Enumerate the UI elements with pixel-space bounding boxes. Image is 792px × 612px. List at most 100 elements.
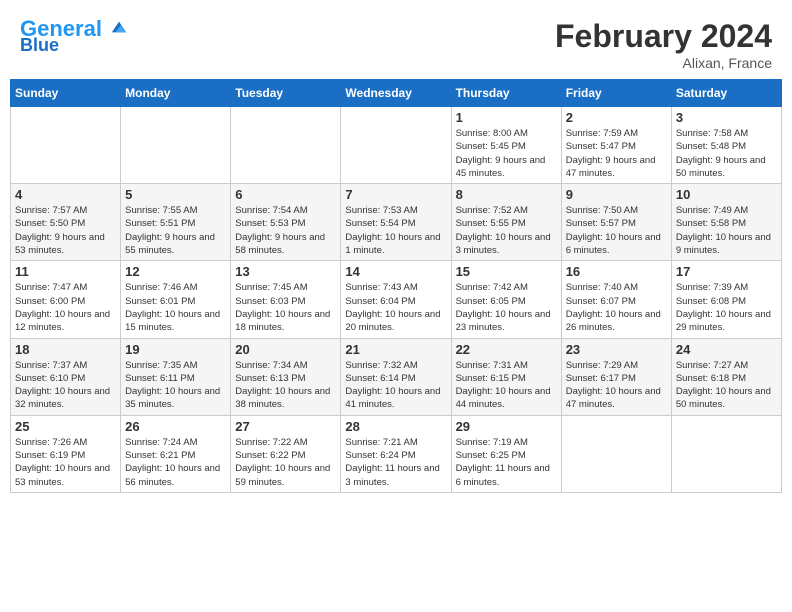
day-info: Sunrise: 7:31 AMSunset: 6:15 PMDaylight:… [456, 359, 557, 412]
day-number: 11 [15, 264, 116, 279]
day-number: 18 [15, 342, 116, 357]
calendar-cell: 1 Sunrise: 8:00 AMSunset: 5:45 PMDaylight… [451, 107, 561, 184]
day-info: Sunrise: 7:37 AMSunset: 6:10 PMDaylight:… [15, 359, 116, 412]
calendar-cell: 2Sunrise: 7:59 AMSunset: 5:47 PMDaylight… [561, 107, 671, 184]
weekday-header-tuesday: Tuesday [231, 80, 341, 107]
day-number: 27 [235, 419, 336, 434]
calendar-cell: 3 Sunrise: 7:58 AMSunset: 5:48 PMDaylight… [671, 107, 781, 184]
day-number: 1 [456, 110, 557, 125]
day-number: 15 [456, 264, 557, 279]
calendar-week-1: 1 Sunrise: 8:00 AMSunset: 5:45 PMDaylight… [11, 107, 782, 184]
weekday-header-row: SundayMondayTuesdayWednesdayThursdayFrid… [11, 80, 782, 107]
calendar-cell: 24 Sunrise: 7:27 AMSunset: 6:18 PMDayligh… [671, 338, 781, 415]
calendar-cell: 8 Sunrise: 7:52 AMSunset: 5:55 PMDaylight… [451, 184, 561, 261]
day-info: Sunrise: 7:45 AMSunset: 6:03 PMDaylight:… [235, 281, 336, 334]
calendar-cell: 11 Sunrise: 7:47 AMSunset: 6:00 PMDayligh… [11, 261, 121, 338]
day-info: Sunrise: 7:53 AMSunset: 5:54 PMDaylight:… [345, 204, 446, 257]
weekday-header-wednesday: Wednesday [341, 80, 451, 107]
calendar-cell [341, 107, 451, 184]
calendar-cell: 12 Sunrise: 7:46 AMSunset: 6:01 PMDayligh… [121, 261, 231, 338]
calendar-cell: 16 Sunrise: 7:40 AMSunset: 6:07 PMDayligh… [561, 261, 671, 338]
calendar-cell: 6 Sunrise: 7:54 AMSunset: 5:53 PMDaylight… [231, 184, 341, 261]
day-info: Sunrise: 8:00 AMSunset: 5:45 PMDaylight:… [456, 127, 557, 180]
calendar-cell [561, 415, 671, 492]
day-number: 29 [456, 419, 557, 434]
calendar-cell: 25 Sunrise: 7:26 AMSunset: 6:19 PMDayligh… [11, 415, 121, 492]
day-number: 25 [15, 419, 116, 434]
day-info: Sunrise: 7:34 AMSunset: 6:13 PMDaylight:… [235, 359, 336, 412]
day-info: Sunrise: 7:43 AMSunset: 6:04 PMDaylight:… [345, 281, 446, 334]
calendar-cell: 7 Sunrise: 7:53 AMSunset: 5:54 PMDaylight… [341, 184, 451, 261]
day-number: 4 [15, 187, 116, 202]
day-info: Sunrise: 7:39 AMSunset: 6:08 PMDaylight:… [676, 281, 777, 334]
day-info: Sunrise: 7:42 AMSunset: 6:05 PMDaylight:… [456, 281, 557, 334]
weekday-header-sunday: Sunday [11, 80, 121, 107]
calendar-week-5: 25 Sunrise: 7:26 AMSunset: 6:19 PMDayligh… [11, 415, 782, 492]
calendar-cell [231, 107, 341, 184]
calendar-cell: 20Sunrise: 7:34 AMSunset: 6:13 PMDayligh… [231, 338, 341, 415]
day-info: Sunrise: 7:35 AMSunset: 6:11 PMDaylight:… [125, 359, 226, 412]
day-number: 10 [676, 187, 777, 202]
day-info: Sunrise: 7:50 AMSunset: 5:57 PMDaylight:… [566, 204, 667, 257]
calendar-cell: 14Sunrise: 7:43 AMSunset: 6:04 PMDayligh… [341, 261, 451, 338]
day-number: 24 [676, 342, 777, 357]
day-number: 2 [566, 110, 667, 125]
day-number: 12 [125, 264, 226, 279]
day-info: Sunrise: 7:19 AMSunset: 6:25 PMDaylight:… [456, 436, 557, 489]
weekday-header-monday: Monday [121, 80, 231, 107]
day-info: Sunrise: 7:46 AMSunset: 6:01 PMDaylight:… [125, 281, 226, 334]
day-number: 28 [345, 419, 446, 434]
calendar-week-2: 4Sunrise: 7:57 AMSunset: 5:50 PMDaylight… [11, 184, 782, 261]
day-info: Sunrise: 7:22 AMSunset: 6:22 PMDaylight:… [235, 436, 336, 489]
calendar-cell [121, 107, 231, 184]
logo: General Blue [20, 18, 128, 54]
title-block: February 2024 Alixan, France [555, 18, 772, 71]
calendar-week-3: 11 Sunrise: 7:47 AMSunset: 6:00 PMDayligh… [11, 261, 782, 338]
day-info: Sunrise: 7:32 AMSunset: 6:14 PMDaylight:… [345, 359, 446, 412]
calendar: SundayMondayTuesdayWednesdayThursdayFrid… [10, 79, 782, 493]
day-number: 7 [345, 187, 446, 202]
calendar-cell: 23Sunrise: 7:29 AMSunset: 6:17 PMDayligh… [561, 338, 671, 415]
calendar-cell [671, 415, 781, 492]
day-info: Sunrise: 7:21 AMSunset: 6:24 PMDaylight:… [345, 436, 446, 489]
day-info: Sunrise: 7:29 AMSunset: 6:17 PMDaylight:… [566, 359, 667, 412]
day-number: 8 [456, 187, 557, 202]
calendar-cell: 4Sunrise: 7:57 AMSunset: 5:50 PMDaylight… [11, 184, 121, 261]
day-info: Sunrise: 7:58 AMSunset: 5:48 PMDaylight:… [676, 127, 777, 180]
calendar-cell: 9 Sunrise: 7:50 AMSunset: 5:57 PMDaylight… [561, 184, 671, 261]
day-number: 21 [345, 342, 446, 357]
day-number: 17 [676, 264, 777, 279]
day-info: Sunrise: 7:24 AMSunset: 6:21 PMDaylight:… [125, 436, 226, 489]
calendar-cell: 5Sunrise: 7:55 AMSunset: 5:51 PMDaylight… [121, 184, 231, 261]
calendar-cell: 13 Sunrise: 7:45 AMSunset: 6:03 PMDayligh… [231, 261, 341, 338]
day-number: 19 [125, 342, 226, 357]
day-info: Sunrise: 7:47 AMSunset: 6:00 PMDaylight:… [15, 281, 116, 334]
day-number: 13 [235, 264, 336, 279]
calendar-cell: 15 Sunrise: 7:42 AMSunset: 6:05 PMDayligh… [451, 261, 561, 338]
day-number: 9 [566, 187, 667, 202]
day-number: 26 [125, 419, 226, 434]
day-number: 6 [235, 187, 336, 202]
day-number: 16 [566, 264, 667, 279]
day-number: 3 [676, 110, 777, 125]
calendar-cell: 10 Sunrise: 7:49 AMSunset: 5:58 PMDayligh… [671, 184, 781, 261]
day-info: Sunrise: 7:40 AMSunset: 6:07 PMDaylight:… [566, 281, 667, 334]
calendar-cell: 18 Sunrise: 7:37 AMSunset: 6:10 PMDayligh… [11, 338, 121, 415]
month-title: February 2024 [555, 18, 772, 55]
calendar-cell: 21 Sunrise: 7:32 AMSunset: 6:14 PMDayligh… [341, 338, 451, 415]
weekday-header-thursday: Thursday [451, 80, 561, 107]
calendar-cell [11, 107, 121, 184]
calendar-cell: 26 Sunrise: 7:24 AMSunset: 6:21 PMDayligh… [121, 415, 231, 492]
calendar-cell: 19 Sunrise: 7:35 AMSunset: 6:11 PMDayligh… [121, 338, 231, 415]
calendar-cell: 17 Sunrise: 7:39 AMSunset: 6:08 PMDayligh… [671, 261, 781, 338]
day-info: Sunrise: 7:26 AMSunset: 6:19 PMDaylight:… [15, 436, 116, 489]
day-info: Sunrise: 7:52 AMSunset: 5:55 PMDaylight:… [456, 204, 557, 257]
day-info: Sunrise: 7:54 AMSunset: 5:53 PMDaylight:… [235, 204, 336, 257]
calendar-cell: 28 Sunrise: 7:21 AMSunset: 6:24 PMDayligh… [341, 415, 451, 492]
day-info: Sunrise: 7:49 AMSunset: 5:58 PMDaylight:… [676, 204, 777, 257]
day-info: Sunrise: 7:55 AMSunset: 5:51 PMDaylight:… [125, 204, 226, 257]
day-info: Sunrise: 7:27 AMSunset: 6:18 PMDaylight:… [676, 359, 777, 412]
weekday-header-friday: Friday [561, 80, 671, 107]
calendar-cell: 27 Sunrise: 7:22 AMSunset: 6:22 PMDayligh… [231, 415, 341, 492]
calendar-cell: 29 Sunrise: 7:19 AMSunset: 6:25 PMDayligh… [451, 415, 561, 492]
